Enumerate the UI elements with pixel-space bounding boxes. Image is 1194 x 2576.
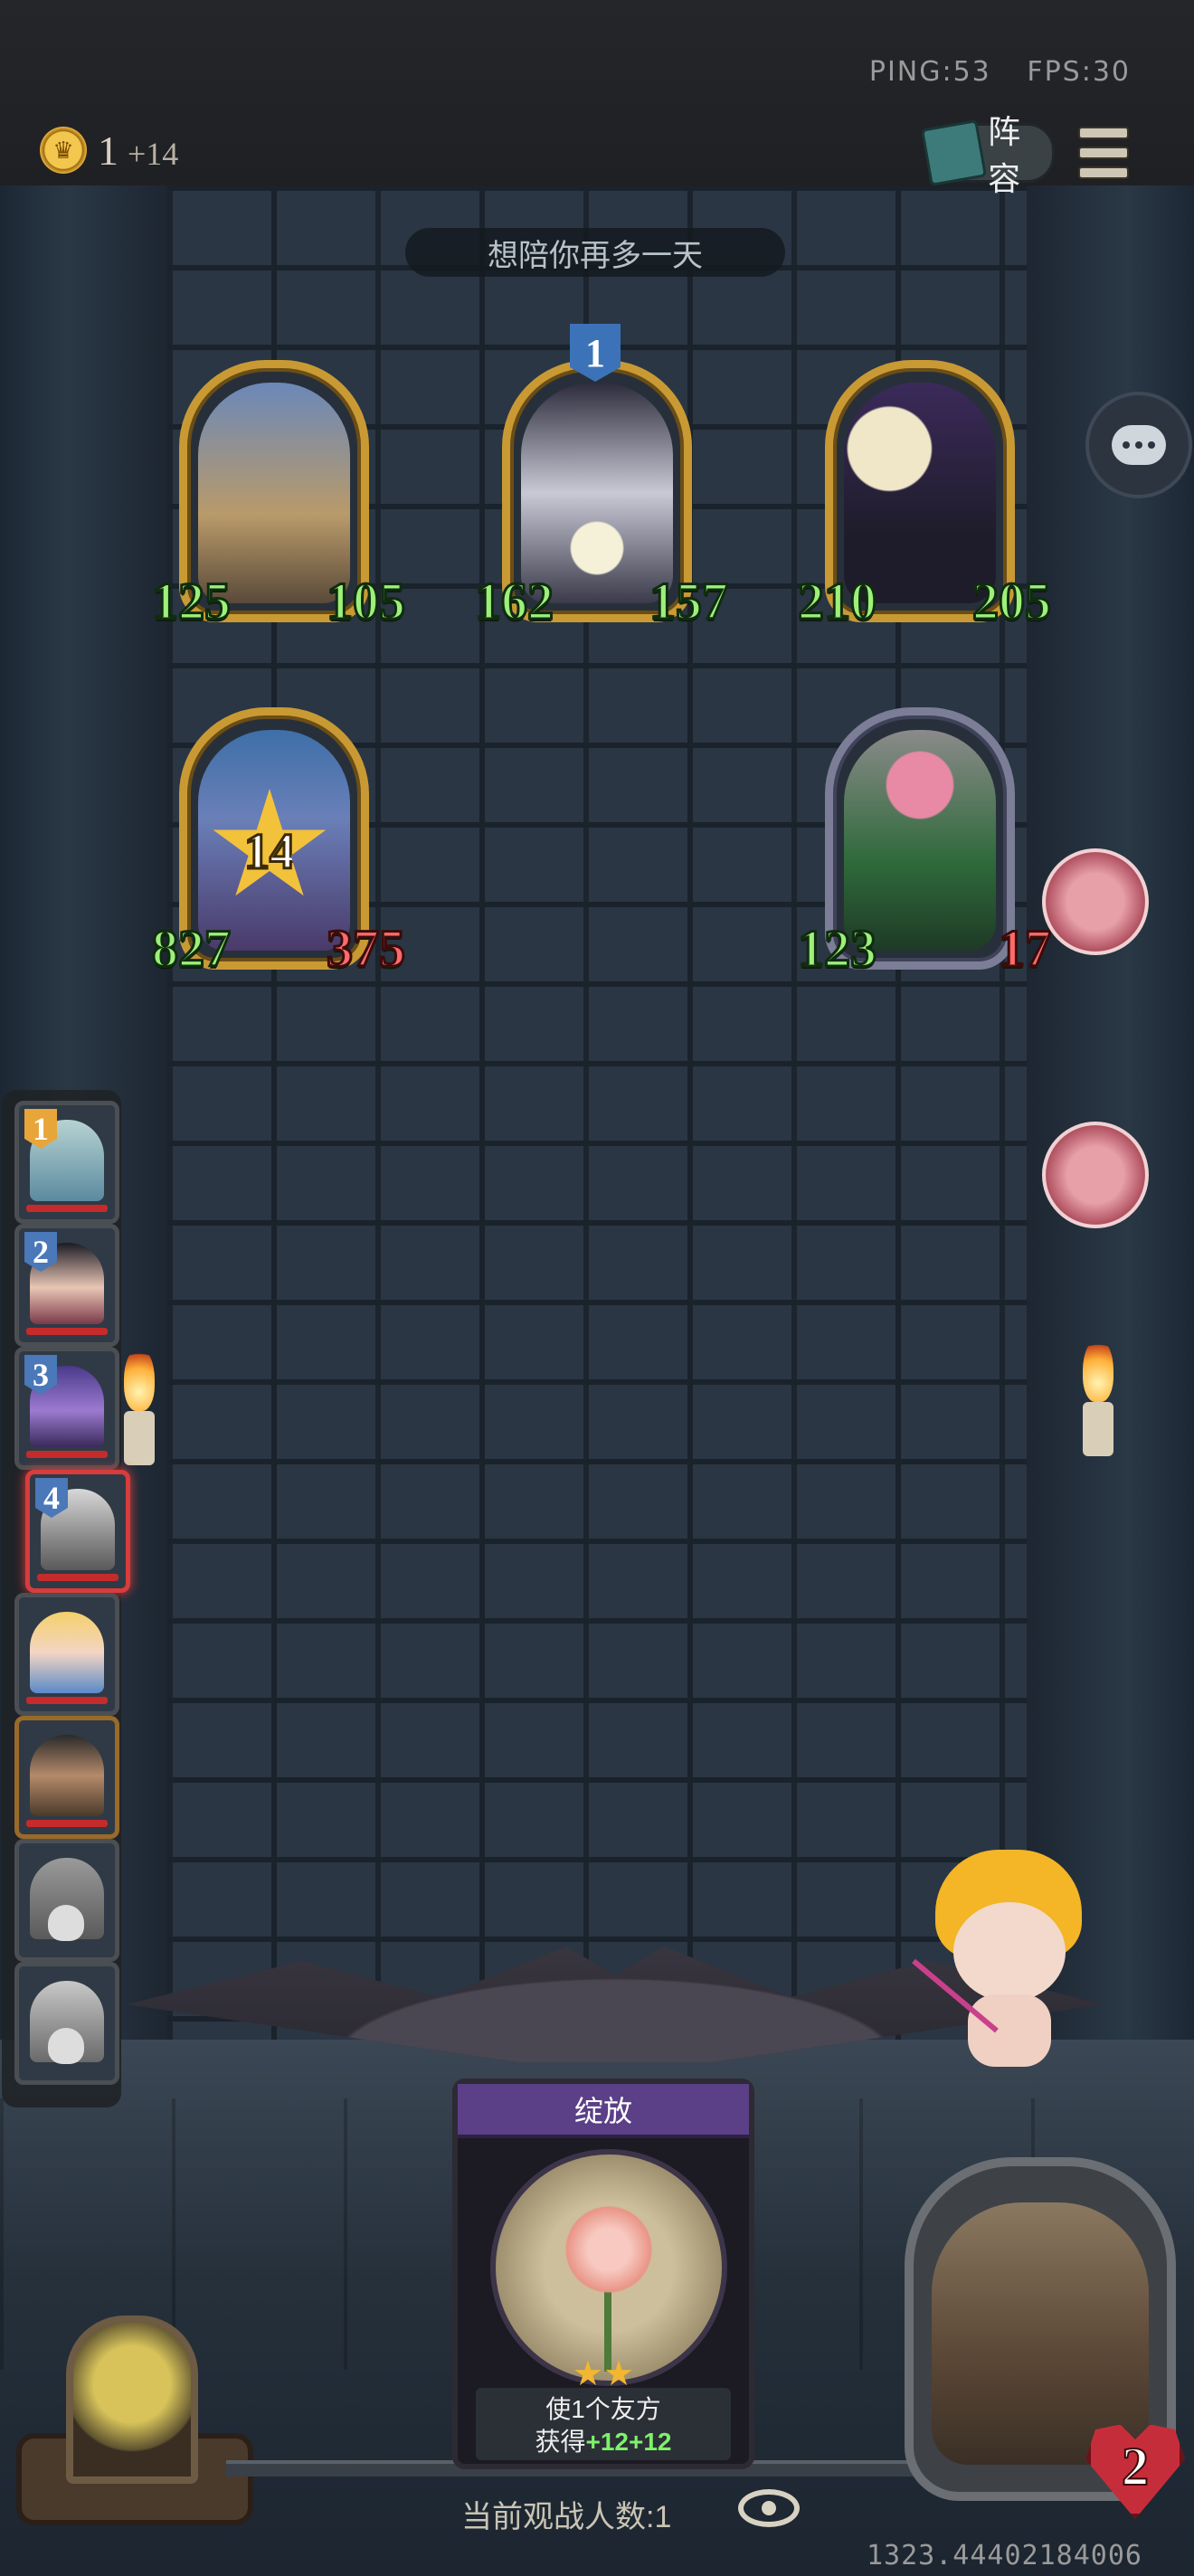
network-stats: PING:53 FPS:30 <box>844 56 1131 88</box>
spell-desc-prefix: 获得 <box>535 2428 586 2456</box>
enchant-token[interactable] <box>1042 1122 1149 1228</box>
tavern-door-icon <box>66 2316 198 2484</box>
opponent-minion-3[interactable]: 210 205 <box>797 360 1053 632</box>
minion-health: 205 <box>971 571 1053 632</box>
fps-readout: FPS:30 <box>1027 56 1131 88</box>
tavern-shop-button[interactable] <box>16 2297 253 2525</box>
roster-slot-5[interactable] <box>14 1593 119 1716</box>
minion-attack: 827 <box>151 918 232 980</box>
roster-slot-1[interactable]: 1 <box>14 1101 119 1224</box>
cupid-character <box>912 1850 1094 2085</box>
hero-health-heart-icon: 2 <box>1085 2420 1185 2519</box>
minion-attack: 125 <box>151 571 232 632</box>
opponent-minion-2[interactable]: 1 162 157 <box>474 324 730 632</box>
skull-icon <box>48 1905 84 1941</box>
skull-icon <box>48 2028 84 2064</box>
enchant-token[interactable] <box>1042 848 1149 955</box>
coordinate-readout: 1323.44402184006 <box>867 2540 1142 2571</box>
spell-card[interactable]: 绽放 ★★ 使1个友方 获得+12+12 <box>452 2079 754 2469</box>
spectator-count: 当前观战人数:1 <box>461 2500 672 2534</box>
crown-coin-icon: ♛ <box>40 127 87 174</box>
ping-readout: PING:53 <box>868 56 991 88</box>
right-torch <box>1071 1339 1125 1456</box>
player-minion-1[interactable]: 14 827 375 <box>151 707 407 980</box>
menu-button[interactable] <box>1078 127 1129 179</box>
book-icon <box>920 119 988 186</box>
spell-desc-line1: 使1个友方 <box>545 2395 661 2423</box>
lineup-button[interactable]: 阵容 <box>920 113 1055 197</box>
minion-health: 105 <box>326 571 407 632</box>
gold-counter: 1 +14 <box>98 127 178 175</box>
roster-slot-6[interactable] <box>14 1716 119 1839</box>
gold-amount: 1 <box>98 128 118 174</box>
player-roster: 1 2 3 4 <box>2 1090 130 2107</box>
player-minion-2[interactable]: 123 17 <box>797 707 1053 980</box>
menu-icon <box>1078 127 1129 139</box>
minion-attack: 210 <box>797 571 878 632</box>
roster-slot-3[interactable]: 3 <box>14 1347 119 1470</box>
gold-income: +14 <box>128 136 179 172</box>
minion-health: 157 <box>649 571 730 632</box>
minion-attack: 123 <box>797 918 878 980</box>
eye-icon[interactable] <box>738 2489 800 2527</box>
opponent-name-banner: 想陪你再多一天 <box>405 228 785 277</box>
minion-attack: 162 <box>474 571 555 632</box>
buff-attack: +12 <box>585 2428 630 2456</box>
chat-bubble-icon <box>1112 425 1166 465</box>
roster-slot-4[interactable]: 4 <box>25 1470 130 1593</box>
roster-slot-2[interactable]: 2 <box>14 1224 119 1347</box>
lily-flower-icon <box>490 2149 727 2386</box>
opponent-minion-1[interactable]: 125 105 <box>151 360 407 632</box>
roster-slot-8[interactable] <box>14 1962 119 2085</box>
minion-health: 375 <box>326 918 407 980</box>
buff-health: +12 <box>629 2428 672 2456</box>
chat-button[interactable] <box>1085 392 1192 498</box>
minion-health: 17 <box>998 918 1053 980</box>
spell-title: 绽放 <box>458 2084 749 2138</box>
roster-slot-7[interactable] <box>14 1839 119 1962</box>
spell-description: 使1个友方 获得+12+12 <box>476 2388 731 2460</box>
lineup-label: 阵容 <box>988 113 1021 197</box>
hero-health: 2 <box>1121 2436 1150 2497</box>
